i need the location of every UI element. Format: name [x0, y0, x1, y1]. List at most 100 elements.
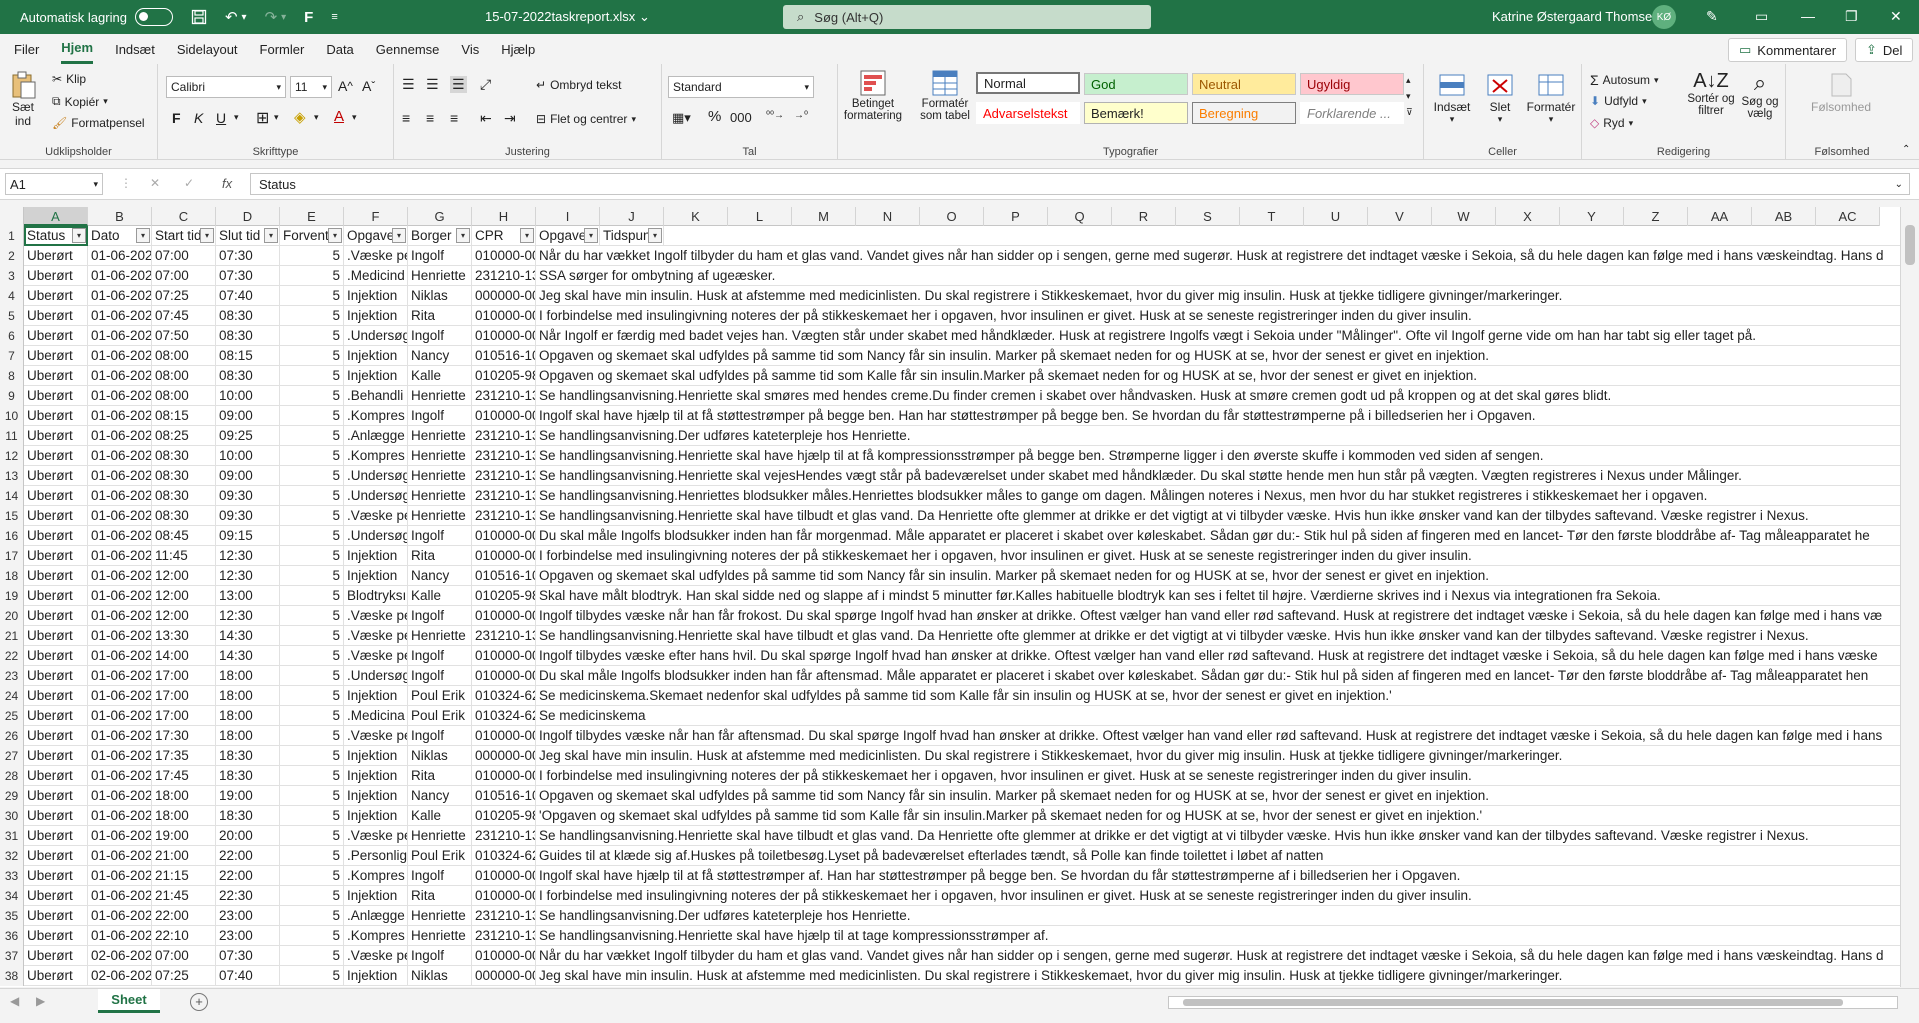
grid-cell[interactable]: 12:00 — [152, 566, 216, 586]
grid-cell[interactable]: 22:10 — [152, 926, 216, 946]
grid-cell[interactable]: 01-06-2022 — [88, 866, 152, 886]
grid-cell[interactable]: Uberørt — [24, 386, 88, 406]
currency-icon[interactable]: ▦▾ — [672, 110, 691, 126]
grid-cell[interactable]: 08:00 — [152, 366, 216, 386]
grid-cell[interactable]: Ingolf — [408, 406, 472, 426]
format-as-table-button[interactable]: Formatér som tabel — [912, 68, 978, 122]
format-painter-button[interactable]: 🖌 Formatpensel — [52, 116, 145, 130]
grid-cell[interactable]: 01-06-2022 — [88, 566, 152, 586]
grid-cell[interactable]: 01-06-2022 — [88, 386, 152, 406]
grid-cell[interactable]: Uberørt — [24, 946, 88, 966]
grid-cell[interactable]: 231210-13 — [472, 446, 536, 466]
grid-cell[interactable]: 010000-00 — [472, 546, 536, 566]
grid-cell[interactable]: 01-06-2022 — [88, 826, 152, 846]
grid-cell[interactable]: 010000-00 — [472, 666, 536, 686]
grid-cell[interactable]: Niklas — [408, 746, 472, 766]
grid-cell[interactable]: Nancy — [408, 346, 472, 366]
grid-cell[interactable]: Henriette — [408, 626, 472, 646]
customize-quick-access-icon[interactable]: ≡ — [331, 11, 337, 23]
style-neutral[interactable]: Neutral — [1192, 73, 1296, 95]
grid-cell[interactable]: 010000-00 — [472, 866, 536, 886]
grid-cell[interactable]: Injektion — [344, 306, 408, 326]
grid-cell[interactable]: Uberørt — [24, 486, 88, 506]
column-header[interactable]: Z — [1624, 207, 1688, 226]
grid-cell[interactable]: 23:00 — [216, 926, 280, 946]
confirm-formula-icon[interactable]: ✓ — [184, 176, 194, 190]
grid-cell[interactable]: 09:30 — [216, 486, 280, 506]
grid-cell[interactable]: .Anlægge — [344, 426, 408, 446]
header-cell[interactable]: Forventet ▾ — [280, 226, 344, 246]
grid-cell[interactable]: Uberørt — [24, 246, 88, 266]
grid-cell[interactable]: Ingolf — [408, 526, 472, 546]
grid-cell[interactable]: Du skal måle Ingolfs blodsukker inden ha… — [536, 526, 1900, 546]
grid-cell[interactable]: Kalle — [408, 366, 472, 386]
grid-cell[interactable]: 13:30 — [152, 626, 216, 646]
grid-cell[interactable]: 12:30 — [216, 566, 280, 586]
grid-cell[interactable]: 01-06-2022 — [88, 466, 152, 486]
grid-cell[interactable]: Ingolf — [408, 866, 472, 886]
column-header[interactable]: N — [856, 207, 920, 226]
row-header[interactable]: 37 — [0, 946, 24, 966]
grid-cell[interactable]: 07:40 — [216, 286, 280, 306]
row-header[interactable]: 20 — [0, 606, 24, 626]
grid-cell[interactable]: Se handlingsanvisning.Henriette skal hav… — [536, 926, 1900, 946]
grid-cell[interactable]: 01-06-2022 — [88, 926, 152, 946]
grid-cell[interactable]: .Medicind — [344, 266, 408, 286]
undo-icon[interactable]: ↶ — [225, 8, 238, 26]
row-header[interactable]: 4 — [0, 286, 24, 306]
merge-center-button[interactable]: ⊟ Flet og centrer ▾ — [536, 112, 636, 126]
grid-cell[interactable]: Injektion — [344, 766, 408, 786]
grid-cell[interactable]: 5 — [280, 646, 344, 666]
grid-cell[interactable]: Uberørt — [24, 966, 88, 986]
styles-scroll-icon[interactable]: ▴ ▾ ⊽ — [1406, 72, 1413, 120]
autosum-button[interactable]: Σ Autosum ▾ — [1590, 72, 1659, 88]
row-header[interactable]: 35 — [0, 906, 24, 926]
grid-cell[interactable]: 5 — [280, 446, 344, 466]
column-header[interactable]: B — [88, 207, 152, 226]
grid-cell[interactable]: Ingolf skal have hjælp til at få støttes… — [536, 866, 1900, 886]
grid-cell[interactable]: Uberørt — [24, 526, 88, 546]
grid-cell[interactable]: Opgaven og skemaet skal udfyldes på samm… — [536, 366, 1900, 386]
increase-font-icon[interactable]: A ^ — [338, 78, 353, 94]
grid-cell[interactable]: 17:30 — [152, 726, 216, 746]
grid-cell[interactable]: .Anlægge — [344, 906, 408, 926]
grid-cell[interactable]: 18:00 — [152, 806, 216, 826]
grid-cell[interactable]: Uberørt — [24, 466, 88, 486]
cancel-formula-icon[interactable]: ✕ — [150, 176, 160, 190]
grid-cell[interactable]: .Undersøg — [344, 486, 408, 506]
row-header[interactable]: 12 — [0, 446, 24, 466]
grid-cell[interactable]: 5 — [280, 546, 344, 566]
grid-cell[interactable]: Uberørt — [24, 506, 88, 526]
grid-cell[interactable]: 5 — [280, 326, 344, 346]
grid-cell[interactable]: 5 — [280, 926, 344, 946]
header-cell[interactable]: CPR ▾ — [472, 226, 536, 246]
clear-button[interactable]: ◇ Ryd ▾ — [1590, 116, 1633, 130]
grid-cell[interactable]: .Væske pe — [344, 726, 408, 746]
grid-cell[interactable]: 010324-62 — [472, 706, 536, 726]
column-header[interactable]: R — [1112, 207, 1176, 226]
column-header[interactable]: Y — [1560, 207, 1624, 226]
grid-cell[interactable]: Se handlingsanvisning.Der udføres katete… — [536, 906, 1900, 926]
grid-cell[interactable]: .Undersøg — [344, 666, 408, 686]
font-name-select[interactable]: Calibri ▾ — [166, 76, 286, 98]
tab-vis[interactable]: Vis — [461, 36, 479, 63]
grid-cell[interactable]: 08:30 — [216, 326, 280, 346]
align-right-icon[interactable]: ≡ — [450, 110, 458, 126]
grid-cell[interactable]: 18:00 — [216, 706, 280, 726]
horizontal-scrollbar[interactable] — [1168, 996, 1898, 1009]
grid-cell[interactable]: 5 — [280, 626, 344, 646]
grid-cell[interactable]: .Undersøg — [344, 526, 408, 546]
grid-cell[interactable]: Uberørt — [24, 446, 88, 466]
grid-cell[interactable]: 000000-00 — [472, 286, 536, 306]
grid-cell[interactable]: 22:00 — [216, 866, 280, 886]
column-header[interactable]: D — [216, 207, 280, 226]
grid-cell[interactable]: 5 — [280, 866, 344, 886]
grid-cell[interactable]: Kalle — [408, 586, 472, 606]
row-header[interactable]: 31 — [0, 826, 24, 846]
decrease-font-icon[interactable]: Aˇ — [362, 78, 375, 94]
grid-cell[interactable]: 01-06-2022 — [88, 446, 152, 466]
grid-cell[interactable]: 5 — [280, 886, 344, 906]
grid-cell[interactable]: Nancy — [408, 786, 472, 806]
grid-cell[interactable]: Uberørt — [24, 406, 88, 426]
grid-cell[interactable]: 010205-98 — [472, 586, 536, 606]
